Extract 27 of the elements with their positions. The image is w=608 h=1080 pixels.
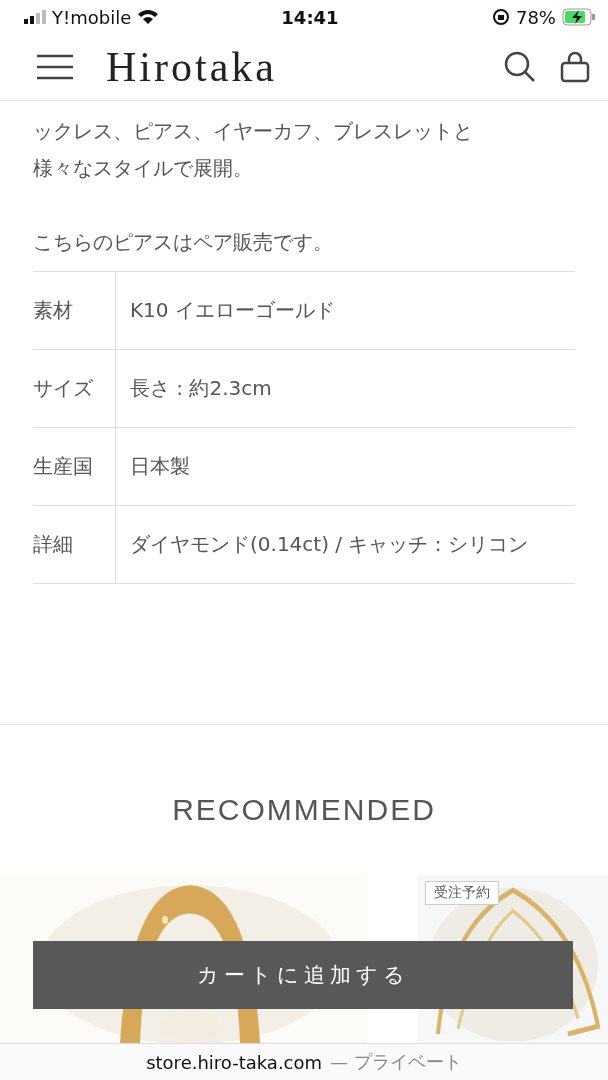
battery-percent: 78% [515,6,556,28]
spec-value: 長さ : 約2.3cm [129,375,272,402]
search-button[interactable] [504,51,536,83]
private-label: — プライベート [330,1050,462,1074]
spec-value: 日本製 [129,453,190,480]
spec-value: ダイヤモンド(0.14ct) / キャッチ : シリコン [129,531,528,558]
spec-label: サイズ [33,350,116,427]
brand-logo: Hirotaka [106,43,278,91]
status-time: 14:41 [281,6,339,28]
description-text: こちらのピアスはペア販売です。 [33,229,334,256]
signal-icon [24,10,46,24]
spec-label: 詳細 [33,506,116,583]
spec-label: 生産国 [33,428,116,505]
menu-button[interactable] [36,54,74,80]
carrier-name: Y!mobile [52,6,132,28]
shopping-bag-button[interactable] [560,51,590,83]
description-text: ックレス、ピアス、イヤーカフ、ブレスレットと [33,118,474,145]
section-title: RECOMMENDED [171,793,437,827]
battery-charging-icon [562,8,596,26]
add-to-cart-button[interactable]: カートに追加する [33,941,573,1009]
description-text: 様々なスタイルで展開。 [33,155,254,182]
rotation-lock-icon [491,8,510,26]
wifi-icon [137,9,160,25]
spec-value: K10 イエローゴールド [129,297,335,324]
order-badge: 受注予約 [425,881,499,905]
url-domain[interactable]: store.hiro-taka.com [146,1051,323,1073]
spec-label: 素材 [33,272,116,349]
